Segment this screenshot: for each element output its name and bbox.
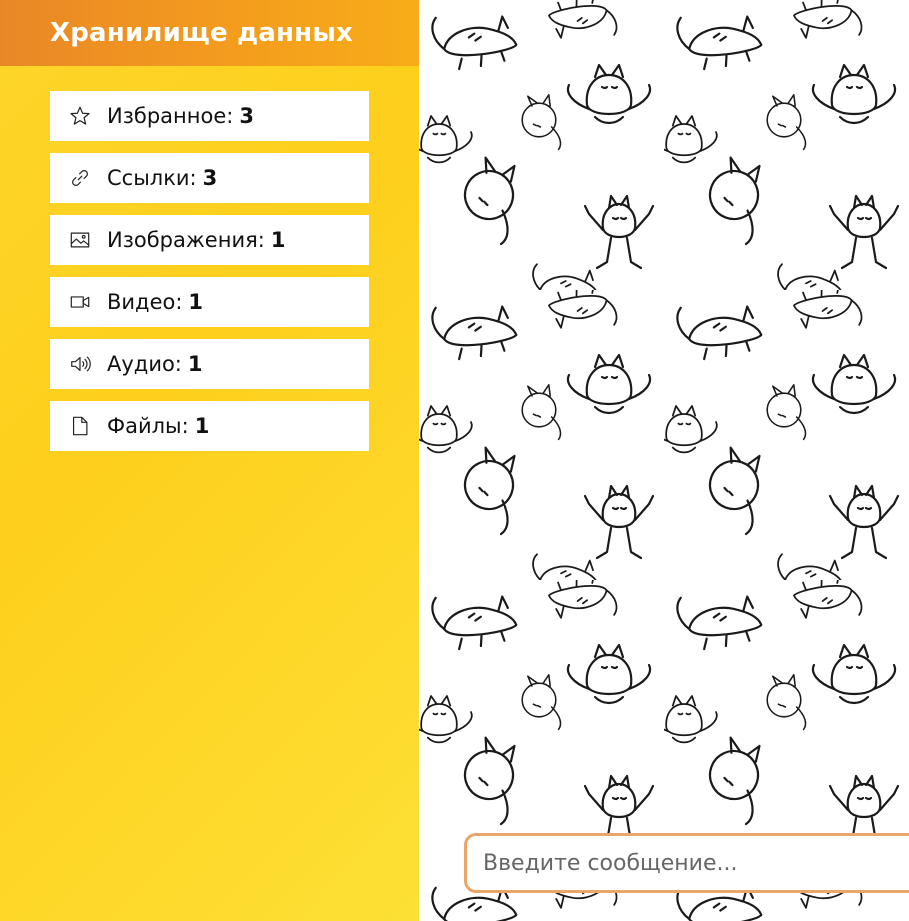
sidebar-header: Хранилище данных [0, 0, 419, 66]
menu-item-audio[interactable]: Аудио: 1 [50, 339, 369, 389]
menu-item-label: Файлы: [107, 414, 189, 438]
menu-item-count: 1 [187, 352, 203, 376]
menu-item-count: 1 [194, 414, 210, 438]
star-icon [67, 103, 93, 129]
menu-item-favorites[interactable]: Избранное: 3 [50, 91, 369, 141]
storage-menu: Избранное: 3 Ссылки: 3 Изображения: 1 Ви… [50, 91, 369, 463]
image-icon [67, 227, 93, 253]
menu-item-count: 1 [188, 290, 204, 314]
menu-item-label: Аудио: [107, 352, 182, 376]
menu-item-images[interactable]: Изображения: 1 [50, 215, 369, 265]
menu-item-video[interactable]: Видео: 1 [50, 277, 369, 327]
cat-pattern-background [419, 0, 909, 921]
menu-item-label: Избранное: [107, 104, 234, 128]
file-icon [67, 413, 93, 439]
menu-item-label: Видео: [107, 290, 183, 314]
link-icon [67, 165, 93, 191]
menu-item-count: 3 [239, 104, 254, 128]
sidebar: Хранилище данных Избранное: 3 Ссылки: 3 … [0, 0, 419, 921]
menu-item-label: Изображения: [107, 228, 265, 252]
video-icon [67, 289, 93, 315]
menu-item-count: 1 [270, 228, 286, 252]
chat-area [419, 0, 909, 921]
message-input[interactable] [481, 849, 909, 877]
sidebar-title: Хранилище данных [50, 18, 354, 48]
app-window: Хранилище данных Избранное: 3 Ссылки: 3 … [0, 0, 909, 921]
audio-icon [67, 351, 93, 377]
menu-item-files[interactable]: Файлы: 1 [50, 401, 369, 451]
menu-item-label: Ссылки: [107, 166, 197, 190]
menu-item-count: 3 [202, 166, 218, 190]
message-input-box[interactable] [464, 833, 909, 893]
menu-item-links[interactable]: Ссылки: 3 [50, 153, 369, 203]
